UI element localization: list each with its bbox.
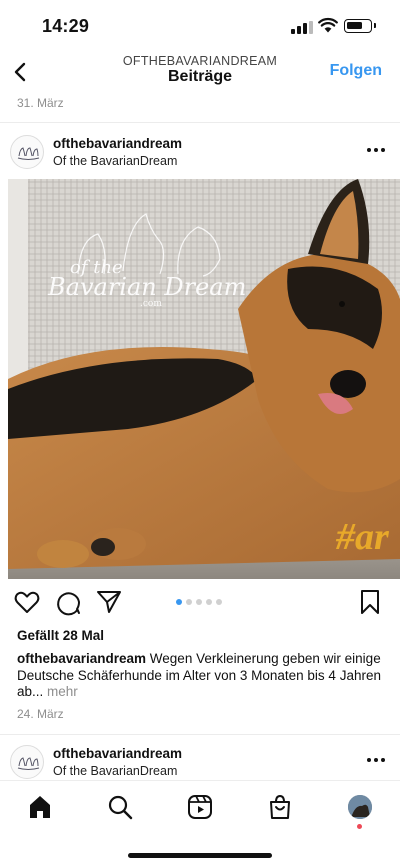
- notification-dot: [357, 824, 362, 829]
- status-bar: 14:29: [0, 0, 400, 52]
- watermark-line-2: Bavarian Dream: [47, 273, 246, 301]
- post-header: ofthebavariandream Of the BavarianDream: [0, 130, 400, 178]
- more-options-icon[interactable]: [366, 146, 386, 154]
- more-options-icon[interactable]: [366, 756, 386, 764]
- caption-more-link[interactable]: mehr: [43, 684, 78, 699]
- home-icon[interactable]: [26, 793, 54, 821]
- avatar[interactable]: [10, 135, 44, 169]
- nav-header: OFTHEBAVARIANDREAM Beiträge Folgen: [0, 52, 400, 92]
- carousel-dot: [196, 599, 202, 605]
- reels-icon[interactable]: [186, 793, 214, 821]
- status-time: 14:29: [42, 16, 90, 36]
- save-bookmark-icon[interactable]: [356, 588, 384, 616]
- divider: [0, 734, 400, 735]
- search-icon[interactable]: [106, 793, 134, 821]
- profile-avatar[interactable]: [348, 795, 372, 819]
- carousel-dot: [186, 599, 192, 605]
- follow-button[interactable]: Folgen: [330, 62, 382, 80]
- previous-post-date: 31. März: [17, 96, 64, 110]
- share-icon[interactable]: [95, 588, 123, 616]
- battery-icon: [344, 19, 376, 33]
- post-caption: ofthebavariandream Wegen Verkleinerung g…: [17, 651, 389, 701]
- hashtag-overlay: #ar: [335, 516, 390, 558]
- carousel-dot: [216, 599, 222, 605]
- home-indicator: [128, 853, 272, 858]
- carousel-indicator: [176, 599, 226, 605]
- next-post-subtitle: Of the BavarianDream: [53, 764, 178, 778]
- next-post-username[interactable]: ofthebavariandream: [53, 746, 182, 761]
- like-count[interactable]: Gefällt 28 Mal: [17, 628, 104, 643]
- wifi-icon: [318, 17, 338, 33]
- post-date: 24. März: [17, 707, 64, 721]
- shop-icon[interactable]: [266, 793, 294, 821]
- post-image[interactable]: of the Bavarian Dream .com #ar: [8, 179, 400, 579]
- caption-username[interactable]: ofthebavariandream: [17, 651, 146, 666]
- avatar[interactable]: [10, 745, 44, 779]
- post-username[interactable]: ofthebavariandream: [53, 136, 182, 151]
- carousel-dot: [176, 599, 182, 605]
- carousel-dot: [206, 599, 212, 605]
- dog-photo: of the Bavarian Dream .com #ar: [8, 179, 400, 579]
- divider: [0, 122, 400, 123]
- like-heart-icon[interactable]: [13, 588, 41, 616]
- battery-fill: [347, 22, 362, 29]
- post-actions: [0, 588, 400, 618]
- watermark-line-3: .com: [140, 299, 162, 309]
- post-subtitle: Of the BavarianDream: [53, 154, 178, 168]
- comment-icon[interactable]: [54, 588, 82, 616]
- cellular-signal-icon: [291, 21, 313, 34]
